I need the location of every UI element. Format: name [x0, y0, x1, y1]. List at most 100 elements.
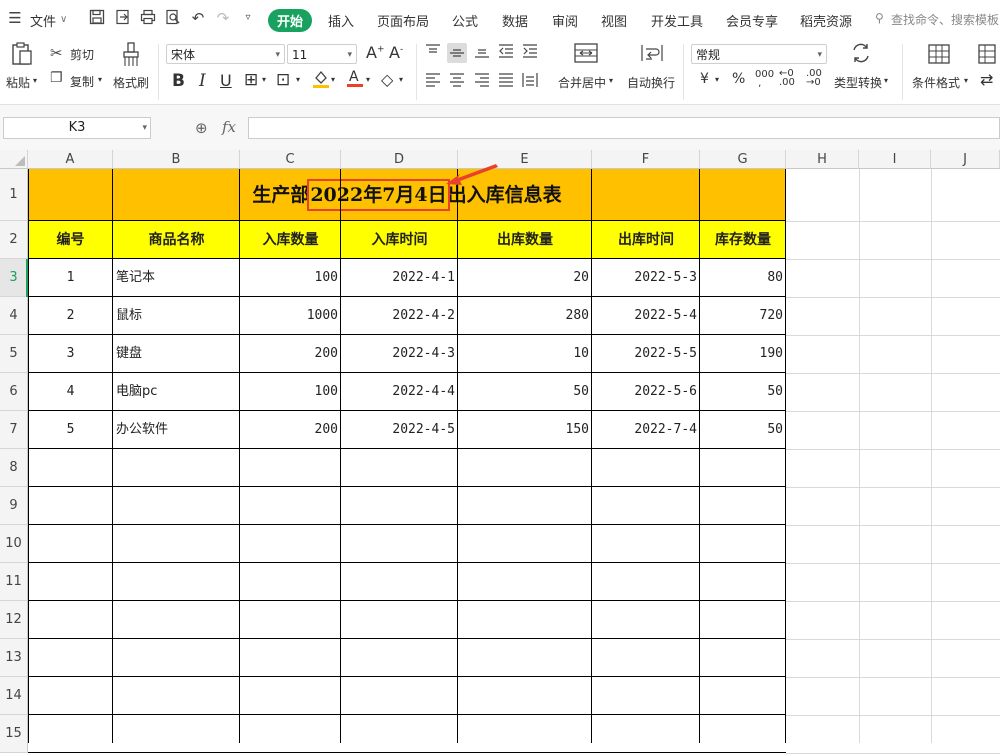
row-header-9[interactable]: 9: [0, 487, 28, 525]
row-header-8[interactable]: 8: [0, 449, 28, 487]
table-cell[interactable]: 2022-4-4: [341, 373, 458, 411]
tab-insert[interactable]: 插入: [328, 11, 354, 30]
align-center-icon[interactable]: [449, 72, 467, 90]
align-left-icon[interactable]: [425, 72, 443, 90]
table-cell[interactable]: 150: [458, 411, 592, 449]
customize-toolbar-icon[interactable]: ▿: [239, 9, 257, 27]
tab-data[interactable]: 数据: [502, 11, 528, 30]
decrease-decimal-icon[interactable]: .00 →0: [806, 69, 822, 88]
decrease-font-icon[interactable]: A-: [389, 43, 403, 62]
table-cell[interactable]: 2022-5-3: [592, 259, 700, 297]
undo-icon[interactable]: ↶: [189, 9, 207, 27]
symbol-icon[interactable]: ⇄: [980, 70, 993, 89]
conditional-format-icon[interactable]: [928, 43, 952, 67]
italic-icon[interactable]: I: [199, 71, 206, 91]
print-preview-icon[interactable]: [164, 9, 182, 27]
command-search[interactable]: 查找命令、搜索模板: [891, 11, 1000, 28]
font-color-icon[interactable]: A: [346, 68, 364, 88]
font-size-select[interactable]: 11 ▾: [287, 44, 357, 64]
table-cell[interactable]: 3: [28, 335, 113, 373]
table-cell[interactable]: 720: [700, 297, 786, 335]
column-header-d[interactable]: D: [341, 150, 458, 169]
table-cell[interactable]: 2022-4-5: [341, 411, 458, 449]
row-header-7[interactable]: 7: [0, 411, 28, 449]
table-cell[interactable]: 办公软件: [113, 411, 240, 449]
column-header-f[interactable]: F: [592, 150, 700, 169]
redo-icon[interactable]: ↷: [214, 9, 232, 27]
currency-dropdown-icon[interactable]: ▾: [715, 75, 719, 84]
number-format-select[interactable]: 常规 ▾: [691, 44, 827, 64]
zoom-icon[interactable]: ⊕: [195, 119, 208, 137]
table-cell[interactable]: 2022-5-6: [592, 373, 700, 411]
row-header-14[interactable]: 14: [0, 677, 28, 715]
table-cell[interactable]: 4: [28, 373, 113, 411]
conditional-format-dropdown-icon[interactable]: ▾: [964, 76, 968, 85]
border-dropdown-icon[interactable]: ▾: [262, 75, 266, 84]
distributed-icon[interactable]: [522, 72, 540, 90]
underline-icon[interactable]: U: [220, 71, 232, 90]
table-cell[interactable]: 2022-4-1: [341, 259, 458, 297]
row-header-10[interactable]: 10: [0, 525, 28, 563]
border-icon[interactable]: ⊞: [244, 70, 258, 90]
table-cell[interactable]: 50: [458, 373, 592, 411]
name-box[interactable]: K3 ▾: [3, 117, 151, 139]
thousands-icon[interactable]: 000 ,: [755, 70, 774, 89]
table-cell[interactable]: 电脑pc: [113, 373, 240, 411]
header-cell[interactable]: 出库时间: [592, 221, 700, 259]
align-top-icon[interactable]: [425, 43, 443, 61]
header-cell[interactable]: 出库数量: [458, 221, 592, 259]
align-right-icon[interactable]: [474, 72, 492, 90]
column-header-a[interactable]: A: [28, 150, 113, 169]
eraser-dropdown-icon[interactable]: ▾: [399, 75, 403, 84]
file-menu[interactable]: 文件: [30, 11, 56, 30]
conditional-format-button[interactable]: 条件格式: [912, 74, 960, 91]
table-cell[interactable]: 80: [700, 259, 786, 297]
table-cell[interactable]: 2022-4-3: [341, 335, 458, 373]
column-header-b[interactable]: B: [113, 150, 240, 169]
align-middle-icon[interactable]: [447, 43, 467, 63]
table-cell[interactable]: 笔记本: [113, 259, 240, 297]
copy-button[interactable]: 复制: [70, 73, 94, 90]
copy-dropdown-icon[interactable]: ▾: [98, 75, 102, 84]
table-cell[interactable]: 100: [240, 259, 341, 297]
table-cell[interactable]: 10: [458, 335, 592, 373]
column-header-g[interactable]: G: [700, 150, 786, 169]
column-header-h[interactable]: H: [786, 150, 859, 169]
table-cell[interactable]: 2022-5-5: [592, 335, 700, 373]
sheet-title[interactable]: 生产部2022年7月4日出入库信息表: [28, 169, 786, 221]
currency-icon[interactable]: ¥: [700, 71, 709, 87]
fill-color-dropdown-icon[interactable]: ▾: [331, 75, 335, 84]
row-header-6[interactable]: 6: [0, 373, 28, 411]
header-cell[interactable]: 入库时间: [341, 221, 458, 259]
wrap-text-icon[interactable]: [640, 42, 666, 68]
tab-page-layout[interactable]: 页面布局: [377, 11, 429, 30]
paste-button[interactable]: 粘贴: [6, 74, 30, 91]
select-all-corner[interactable]: [0, 150, 28, 169]
hamburger-icon[interactable]: ☰: [6, 9, 24, 27]
type-convert-icon[interactable]: [850, 42, 874, 68]
increase-indent-icon[interactable]: [522, 43, 540, 61]
paste-icon[interactable]: [10, 42, 34, 72]
column-header-j[interactable]: J: [931, 150, 1000, 169]
column-header-c[interactable]: C: [240, 150, 341, 169]
tab-docer[interactable]: 稻壳资源: [800, 11, 852, 30]
copy-icon[interactable]: ❐: [50, 70, 63, 86]
bold-icon[interactable]: B: [172, 71, 185, 91]
align-bottom-icon[interactable]: [474, 43, 492, 61]
table-cell[interactable]: 2022-5-4: [592, 297, 700, 335]
merge-center-icon[interactable]: [574, 42, 600, 68]
eraser-icon[interactable]: ◇: [381, 70, 393, 89]
header-cell[interactable]: 商品名称: [113, 221, 240, 259]
format-painter-icon[interactable]: [120, 42, 142, 73]
format-painter-button[interactable]: 格式刷: [113, 74, 149, 91]
tab-formulas[interactable]: 公式: [452, 11, 478, 30]
row-header-4[interactable]: 4: [0, 297, 28, 335]
tab-member[interactable]: 会员专享: [726, 11, 778, 30]
row-header-12[interactable]: 12: [0, 601, 28, 639]
row-header-15[interactable]: 15: [0, 715, 28, 753]
font-name-select[interactable]: 宋体 ▾: [166, 44, 285, 64]
table-cell[interactable]: 2: [28, 297, 113, 335]
row-header-13[interactable]: 13: [0, 639, 28, 677]
tab-home[interactable]: 开始: [268, 9, 313, 32]
percent-icon[interactable]: %: [732, 71, 745, 87]
